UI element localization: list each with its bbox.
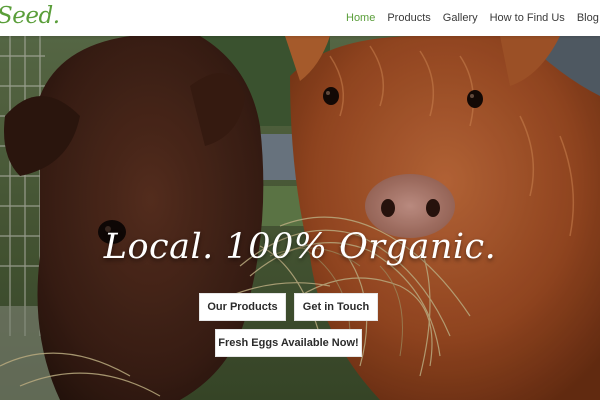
- hero-section: Local. 100% Organic. Our Products Get in…: [0, 36, 600, 400]
- nav-home[interactable]: Home: [346, 12, 375, 24]
- site-header: Seed. Home Products Gallery How to Find …: [0, 0, 600, 36]
- nav-gallery[interactable]: Gallery: [443, 12, 478, 24]
- nav-products[interactable]: Products: [387, 12, 430, 24]
- fresh-eggs-button[interactable]: Fresh Eggs Available Now!: [215, 329, 362, 357]
- get-in-touch-button[interactable]: Get in Touch: [294, 293, 378, 321]
- main-nav: Home Products Gallery How to Find Us Blo…: [346, 0, 600, 36]
- nav-how-to-find-us[interactable]: How to Find Us: [490, 12, 565, 24]
- site-logo[interactable]: Seed.: [0, 3, 60, 29]
- hero-headline: Local. 100% Organic.: [103, 227, 497, 267]
- our-products-button[interactable]: Our Products: [199, 293, 286, 321]
- nav-blog[interactable]: Blog: [577, 12, 599, 24]
